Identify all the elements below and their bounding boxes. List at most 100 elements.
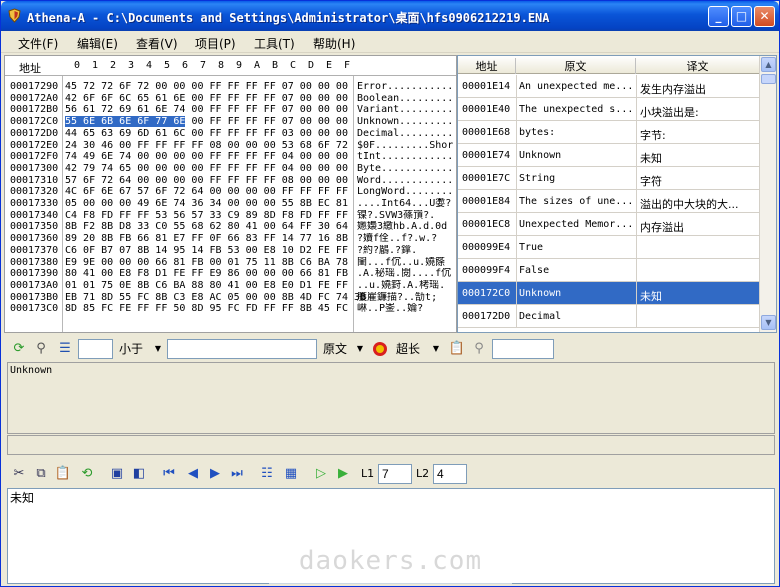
search-icon[interactable]: ⚲ — [470, 340, 488, 358]
scroll-up-icon[interactable]: ▲ — [761, 57, 776, 72]
hex-row-bytes[interactable]: 8D 85 FC FE FF FF 50 8D 95 FC FD FF FF 8… — [65, 303, 348, 314]
last-record-icon[interactable]: ⏭ — [228, 465, 246, 483]
next-record-icon[interactable]: ▶ — [206, 465, 224, 483]
hex-row-bytes[interactable]: 45 72 72 6F 72 00 00 00 FF FF FF FF 07 0… — [65, 81, 348, 92]
hex-row[interactable]: 00017300 42 79 74 65 00 00 00 00 FF FF FF… — [5, 163, 456, 174]
grid-icon[interactable]: ▦ — [282, 465, 300, 483]
menu-edit[interactable]: 编辑(E) — [77, 35, 118, 52]
save-icon[interactable]: ▣ — [108, 465, 126, 483]
play-icon[interactable]: ▶ — [334, 465, 352, 483]
grid-header-original[interactable]: 原文 — [516, 58, 636, 74]
grid-row[interactable]: 000099F4 False — [458, 259, 760, 282]
tree-icon[interactable]: ☷ — [258, 465, 276, 483]
hex-row[interactable]: 000172C0 55 6E 6B 6E 6F 77 6E 00 FF FF FF… — [5, 116, 456, 128]
filter-input[interactable] — [492, 339, 554, 359]
clipboard-icon[interactable]: 📋 — [448, 340, 466, 358]
length-dropdown-icon[interactable]: ▼ — [430, 340, 442, 358]
l2-input[interactable] — [433, 464, 467, 484]
minimize-button[interactable]: _ — [708, 6, 729, 27]
hex-row-bytes[interactable]: E9 9E 00 00 00 66 81 FB 00 01 75 11 8B C… — [65, 257, 348, 268]
menu-view[interactable]: 查看(V) — [136, 35, 178, 52]
hex-row-bytes[interactable]: 74 49 6E 74 00 00 00 00 FF FF FF FF 04 0… — [65, 151, 348, 162]
l1-input[interactable] — [378, 464, 412, 484]
hex-row-bytes[interactable]: 89 20 8B FB 66 81 E7 FF 0F 66 83 FF 14 7… — [65, 233, 348, 244]
number-input[interactable] — [78, 339, 113, 359]
grid-row[interactable]: 00001E74 Unknown 未知 — [458, 144, 760, 167]
hex-row[interactable]: 000172F0 74 49 6E 74 00 00 00 00 FF FF FF… — [5, 151, 456, 162]
hex-row[interactable]: 00017320 4C 6F 6E 67 57 6F 72 64 00 00 00… — [5, 186, 456, 197]
close-button[interactable]: ✕ — [754, 6, 775, 27]
hex-row[interactable]: 000173A0 01 01 75 0E 8B C6 BA 88 80 41 00… — [5, 280, 456, 291]
hex-row-bytes[interactable]: C4 F8 FD FF FF 53 56 57 33 C9 89 8D F8 F… — [65, 210, 348, 221]
save-all-icon[interactable]: ◧ — [130, 465, 148, 483]
grid-row[interactable]: 000099E4 True — [458, 236, 760, 259]
magnifier-icon[interactable]: ⚲ — [32, 340, 50, 358]
compare-dropdown-icon[interactable]: ▼ — [152, 340, 164, 358]
string-grid[interactable]: 地址 原文 译文 00001E14 An unexpected me... 发生内存… — [457, 55, 777, 333]
paste-icon[interactable]: 📋 — [54, 465, 72, 483]
hex-selection[interactable]: 55 6E 6B 6E 6F 77 6E — [65, 116, 186, 128]
scroll-down-icon[interactable]: ▼ — [761, 315, 776, 330]
undo-icon[interactable]: ⟲ — [78, 465, 96, 483]
hex-row[interactable]: 00017310 57 6F 72 64 00 00 00 00 FF FF FF… — [5, 175, 456, 186]
scroll-thumb[interactable] — [761, 74, 776, 84]
hex-row-bytes[interactable]: C6 0F B7 07 8B 14 95 14 FB 53 00 E8 10 D… — [65, 245, 348, 256]
hex-row-bytes[interactable]: 42 6F 6F 6C 65 61 6E 00 FF FF FF FF 07 0… — [65, 93, 348, 104]
hex-row-bytes[interactable]: 56 61 72 69 61 6E 74 00 FF FF FF FF 07 0… — [65, 104, 348, 115]
grid-row[interactable]: 00001EC8 Unexpected Memor... 内存溢出 — [458, 213, 760, 236]
hex-view[interactable]: 地址 0 1 2 3 4 5 6 7 8 9 A B C D E F 00017… — [4, 55, 457, 333]
menu-tools[interactable]: 工具(T) — [254, 35, 295, 52]
hex-row[interactable]: 00017350 8B F2 8B D8 33 C0 55 68 62 80 41… — [5, 221, 456, 232]
hex-row[interactable]: 000172A0 42 6F 6F 6C 65 61 6E 00 FF FF FF… — [5, 93, 456, 104]
grid-row[interactable]: 000172C0 Unknown 未知 — [458, 282, 760, 305]
hex-row[interactable]: 000172B0 56 61 72 69 61 6E 74 00 FF FF FF… — [5, 104, 456, 115]
hex-row[interactable]: 00017390 80 41 00 E8 F8 D1 FE FF E9 86 00… — [5, 268, 456, 279]
title-bar[interactable]: Athena-A - C:\Documents and Settings\Adm… — [1, 1, 779, 31]
grid-header-translation[interactable]: 译文 — [636, 58, 760, 74]
hex-row[interactable]: 000173B0 EB 71 8D 55 FC 8B C3 E8 AC 05 00… — [5, 292, 456, 303]
play-outline-icon[interactable]: ▷ — [312, 465, 330, 483]
maximize-button[interactable]: □ — [731, 6, 752, 27]
hex-row[interactable]: 00017290 45 72 72 6F 72 00 00 00 FF FF FF… — [5, 81, 456, 92]
grid-scrollbar[interactable]: ▲ ▼ — [759, 56, 776, 332]
hex-row[interactable]: 000172D0 44 65 63 69 6D 61 6C 00 FF FF FF… — [5, 128, 456, 139]
hex-row[interactable]: 00017370 C6 0F B7 07 8B 14 95 14 FB 53 00… — [5, 245, 456, 256]
hex-row-bytes[interactable]: 80 41 00 E8 F8 D1 FE FF E9 86 00 00 00 6… — [65, 268, 348, 279]
hex-row-bytes[interactable]: EB 71 8D 55 FC 8B C3 E8 AC 05 00 00 8B 4… — [65, 292, 366, 303]
hex-row[interactable]: 00017360 89 20 8B FB 66 81 E7 FF 0F 66 83… — [5, 233, 456, 244]
menu-file[interactable]: 文件(F) — [18, 35, 58, 52]
hex-row[interactable]: 00017330 05 00 00 00 49 6E 74 36 34 00 00… — [5, 198, 456, 209]
hex-row[interactable]: 000173C0 8D 85 FC FE FF FF 50 8D 95 FC FD… — [5, 303, 456, 314]
grid-row[interactable]: 00001E84 The sizes of une... 溢出的中大块的大... — [458, 190, 760, 213]
hex-row-bytes[interactable]: 24 30 46 00 FF FF FF FF 08 00 00 00 53 6… — [65, 140, 348, 151]
hex-row[interactable]: 000172E0 24 30 46 00 FF FF FF FF 08 00 00… — [5, 140, 456, 151]
grid-row[interactable]: 000172D0 Decimal — [458, 305, 760, 328]
menu-project[interactable]: 项目(P) — [195, 35, 236, 52]
hex-row-bytes[interactable]: 01 01 75 0E 8B C6 BA 88 80 41 00 E8 E0 D… — [65, 280, 348, 291]
grid-row[interactable]: 00001E7C String 字符 — [458, 167, 760, 190]
cut-icon[interactable]: ✂ — [10, 465, 28, 483]
hex-row-bytes[interactable]: 42 79 74 65 00 00 00 00 FF FF FF FF 04 0… — [65, 163, 348, 174]
hex-row-bytes[interactable]: 55 6E 6B 6E 6F 77 6E 00 FF FF FF FF 07 0… — [65, 116, 348, 128]
grid-header-address[interactable]: 地址 — [458, 58, 516, 74]
menu-help[interactable]: 帮助(H) — [313, 35, 355, 52]
hex-row-bytes[interactable]: 05 00 00 00 49 6E 74 36 34 00 00 00 55 8… — [65, 198, 348, 209]
original-text-pane[interactable]: Unknown — [7, 362, 775, 434]
copy-icon[interactable]: ⧉ — [32, 465, 50, 483]
refresh-icon[interactable]: ⟳ — [10, 340, 28, 358]
search-input[interactable] — [167, 339, 317, 359]
stop-icon[interactable] — [372, 341, 388, 357]
field-dropdown-icon[interactable]: ▼ — [354, 340, 366, 358]
hex-row-bytes[interactable]: 8B F2 8B D8 33 C0 55 68 62 80 41 00 64 F… — [65, 221, 348, 232]
hex-row-bytes[interactable]: 57 6F 72 64 00 00 00 00 FF FF FF FF 08 0… — [65, 175, 348, 186]
prev-record-icon[interactable]: ◀ — [184, 465, 202, 483]
list-icon[interactable]: ☰ — [56, 340, 74, 358]
grid-row[interactable]: 00001E40 The unexpected s... 小块溢出是: — [458, 98, 760, 121]
grid-row[interactable]: 00001E14 An unexpected me... 发生内存溢出 — [458, 75, 760, 98]
hex-row[interactable]: 00017340 C4 F8 FD FF FF 53 56 57 33 C9 89… — [5, 210, 456, 221]
hex-row[interactable]: 00017380 E9 9E 00 00 00 66 81 FB 00 01 75… — [5, 257, 456, 268]
first-record-icon[interactable]: ⏮ — [160, 465, 178, 483]
hex-row-bytes[interactable]: 4C 6F 6E 67 57 6F 72 64 00 00 00 00 FF F… — [65, 186, 348, 197]
hex-row-bytes[interactable]: 44 65 63 69 6D 61 6C 00 FF FF FF FF 03 0… — [65, 128, 348, 139]
grid-row[interactable]: 00001E68 bytes: 字节: — [458, 121, 760, 144]
